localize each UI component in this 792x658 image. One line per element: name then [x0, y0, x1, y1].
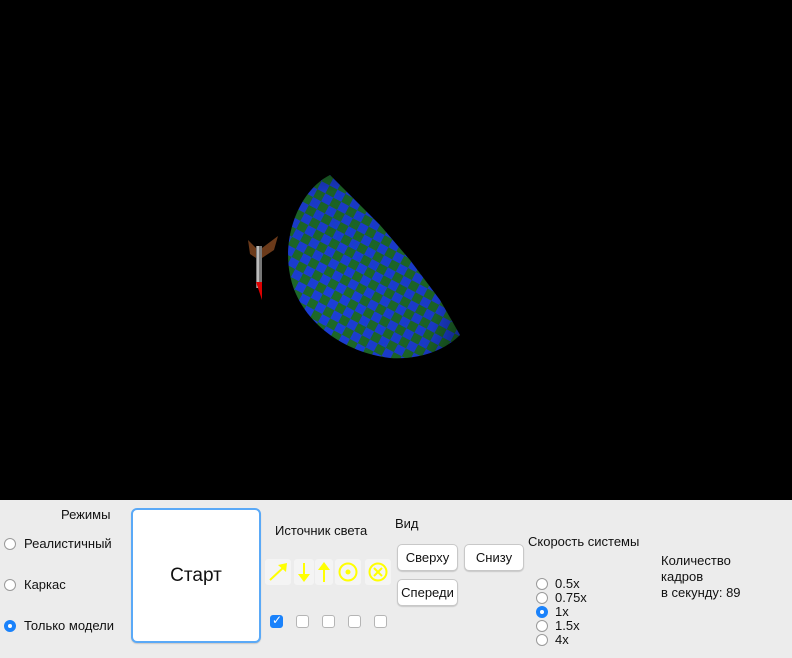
speed-option[interactable]: 4x — [536, 632, 569, 647]
view-top-button[interactable]: Сверху — [397, 544, 458, 571]
speed-option[interactable]: 0.75x — [536, 590, 587, 605]
mode-option[interactable]: Только модели — [4, 618, 114, 633]
arrow-diagonal-icon[interactable] — [265, 559, 291, 585]
speed-option[interactable]: 0.5x — [536, 576, 580, 591]
speed-radio[interactable] — [536, 605, 548, 618]
speed-radio[interactable] — [536, 577, 548, 590]
fps-readout: Количество кадров в секунду: 89 — [661, 553, 741, 601]
start-button[interactable]: Старт — [131, 508, 261, 643]
target-dot-icon[interactable] — [335, 559, 361, 585]
speed-radio[interactable] — [536, 591, 548, 604]
scene-canvas — [248, 175, 460, 359]
control-panel: Режимы Реалистичный Каркас Только модели С… — [0, 500, 792, 658]
rocket-model — [248, 236, 278, 300]
view-title: Вид — [395, 516, 419, 531]
mode-label: Каркас — [24, 577, 66, 592]
checkered-hemisphere — [288, 175, 460, 359]
light-checkbox[interactable] — [374, 615, 387, 628]
mode-label: Реалистичный — [24, 536, 112, 551]
mode-radio[interactable] — [4, 619, 16, 632]
speed-radio[interactable] — [536, 619, 548, 632]
modes-title: Режимы — [61, 507, 111, 522]
view-front-button[interactable]: Спереди — [397, 579, 458, 606]
view-bottom-button[interactable]: Снизу — [464, 544, 524, 571]
light-checkbox[interactable] — [322, 615, 335, 628]
target-cross-icon[interactable] — [365, 559, 391, 585]
speed-label: 4x — [555, 632, 569, 647]
fps-line2: кадров — [661, 569, 704, 584]
speed-label: 1x — [555, 604, 569, 619]
mode-radio[interactable] — [4, 537, 16, 550]
light-checkbox[interactable] — [348, 615, 361, 628]
light-checkbox[interactable] — [270, 613, 283, 628]
fps-line3: в секунду: 89 — [661, 585, 741, 600]
speed-label: 0.5x — [555, 576, 580, 591]
mode-radio[interactable] — [4, 578, 16, 591]
mode-label: Только модели — [24, 618, 115, 633]
speed-option[interactable]: 1x — [536, 604, 569, 619]
light-checkbox[interactable] — [296, 615, 309, 628]
light-source-title: Источник света — [275, 523, 368, 538]
3d-viewport[interactable] — [0, 0, 792, 500]
arrow-up-icon[interactable] — [315, 559, 333, 585]
speed-title: Скорость системы — [528, 534, 640, 549]
mode-option[interactable]: Каркас — [4, 577, 66, 592]
fps-line1: Количество — [661, 553, 731, 568]
mode-option[interactable]: Реалистичный — [4, 536, 112, 551]
speed-option[interactable]: 1.5x — [536, 618, 580, 633]
speed-label: 0.75x — [555, 590, 587, 605]
speed-label: 1.5x — [555, 618, 580, 633]
arrow-down-icon[interactable] — [294, 559, 314, 585]
speed-radio[interactable] — [536, 633, 548, 646]
